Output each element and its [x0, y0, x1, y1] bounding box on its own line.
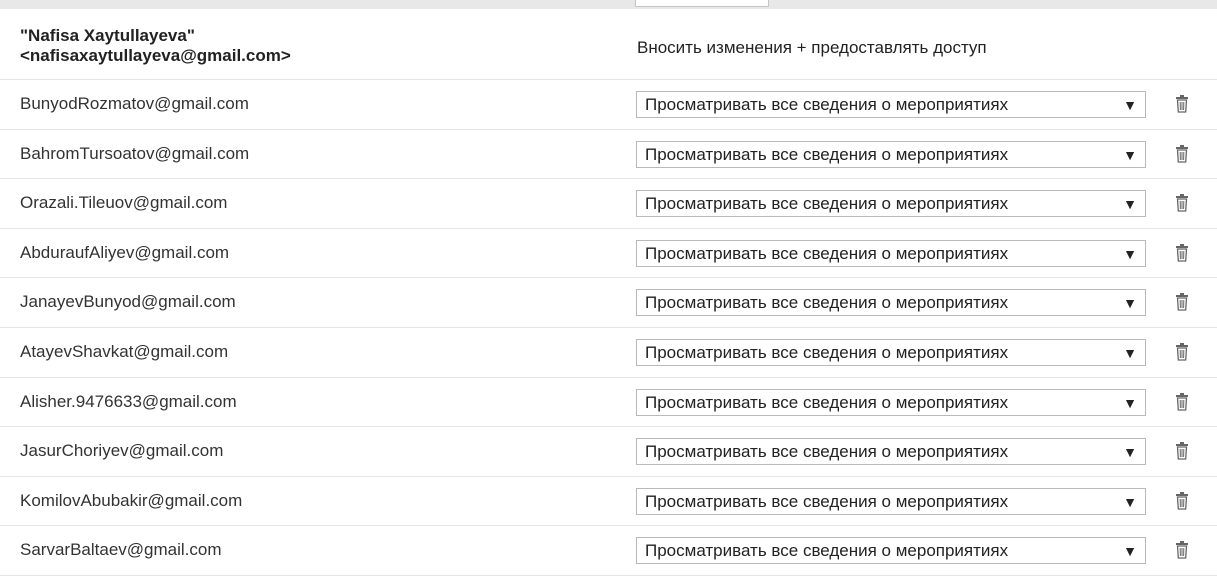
chevron-down-icon: ▼ — [1123, 294, 1137, 312]
shared-user-row: JasurChoriyev@gmail.com Просматривать вс… — [0, 427, 1217, 477]
permission-value: Просматривать все сведения о мероприятия… — [645, 442, 1113, 462]
chevron-down-icon: ▼ — [1123, 542, 1137, 560]
trash-icon[interactable] — [1175, 393, 1189, 411]
trash-icon[interactable] — [1175, 492, 1189, 510]
user-email: AbduraufAliyev@gmail.com — [20, 243, 229, 263]
chevron-down-icon: ▼ — [1123, 245, 1137, 263]
permission-value: Просматривать все сведения о мероприятия… — [645, 393, 1113, 413]
chevron-down-icon: ▼ — [1123, 195, 1137, 213]
trash-icon[interactable] — [1175, 343, 1189, 361]
user-email: Alisher.9476633@gmail.com — [20, 392, 237, 412]
previous-control-edge — [635, 0, 769, 7]
owner-email: <nafisaxaytullayeva@gmail.com> — [20, 46, 291, 66]
permission-value: Просматривать все сведения о мероприятия… — [645, 343, 1113, 363]
trash-icon[interactable] — [1175, 442, 1189, 460]
trash-icon[interactable] — [1175, 293, 1189, 311]
chevron-down-icon: ▼ — [1123, 344, 1137, 362]
user-email: BahromTursoatov@gmail.com — [20, 144, 249, 164]
permission-value: Просматривать все сведения о мероприятия… — [645, 244, 1113, 264]
user-email: Orazali.Tileuov@gmail.com — [20, 193, 227, 213]
shared-user-row: AtayevShavkat@gmail.com Просматривать вс… — [0, 328, 1217, 378]
owner-name: "Nafisa Xaytullayeva" <nafisaxaytullayev… — [20, 26, 291, 66]
chevron-down-icon: ▼ — [1123, 394, 1137, 412]
shared-user-row: KomilovAbubakir@gmail.com Просматривать … — [0, 477, 1217, 527]
permission-select[interactable]: Просматривать все сведения о мероприятия… — [636, 141, 1146, 168]
chevron-down-icon: ▼ — [1123, 146, 1137, 164]
trash-icon[interactable] — [1175, 145, 1189, 163]
user-email: KomilovAbubakir@gmail.com — [20, 491, 242, 511]
permission-value: Просматривать все сведения о мероприятия… — [645, 541, 1113, 561]
chevron-down-icon: ▼ — [1123, 493, 1137, 511]
user-email: SarvarBaltaev@gmail.com — [20, 540, 222, 560]
chevron-down-icon: ▼ — [1123, 96, 1137, 114]
user-email: JanayevBunyod@gmail.com — [20, 292, 236, 312]
top-scroll-area — [0, 0, 1217, 9]
shared-user-row: SarvarBaltaev@gmail.com Просматривать вс… — [0, 526, 1217, 576]
chevron-down-icon: ▼ — [1123, 443, 1137, 461]
sharing-table: "Nafisa Xaytullayeva" <nafisaxaytullayev… — [0, 24, 1217, 576]
trash-icon[interactable] — [1175, 194, 1189, 212]
permission-select[interactable]: Просматривать все сведения о мероприятия… — [636, 488, 1146, 515]
shared-user-row: Orazali.Tileuov@gmail.com Просматривать … — [0, 179, 1217, 229]
owner-row: "Nafisa Xaytullayeva" <nafisaxaytullayev… — [0, 24, 1217, 80]
user-email: JasurChoriyev@gmail.com — [20, 441, 223, 461]
permission-value: Просматривать все сведения о мероприятия… — [645, 145, 1113, 165]
trash-icon[interactable] — [1175, 244, 1189, 262]
user-email: AtayevShavkat@gmail.com — [20, 342, 228, 362]
shared-user-row: AbduraufAliyev@gmail.com Просматривать в… — [0, 229, 1217, 279]
permission-select[interactable]: Просматривать все сведения о мероприятия… — [636, 537, 1146, 564]
shared-users-list: BunyodRozmatov@gmail.com Просматривать в… — [0, 80, 1217, 576]
shared-user-row: BahromTursoatov@gmail.com Просматривать … — [0, 130, 1217, 180]
permission-value: Просматривать все сведения о мероприятия… — [645, 492, 1113, 512]
permission-select[interactable]: Просматривать все сведения о мероприятия… — [636, 91, 1146, 118]
permission-select[interactable]: Просматривать все сведения о мероприятия… — [636, 190, 1146, 217]
shared-user-row: Alisher.9476633@gmail.com Просматривать … — [0, 378, 1217, 428]
permission-select[interactable]: Просматривать все сведения о мероприятия… — [636, 389, 1146, 416]
permission-value: Просматривать все сведения о мероприятия… — [645, 293, 1113, 313]
trash-icon[interactable] — [1175, 95, 1189, 113]
permission-select[interactable]: Просматривать все сведения о мероприятия… — [636, 289, 1146, 316]
permission-value: Просматривать все сведения о мероприятия… — [645, 194, 1113, 214]
user-email: BunyodRozmatov@gmail.com — [20, 94, 249, 114]
shared-user-row: BunyodRozmatov@gmail.com Просматривать в… — [0, 80, 1217, 130]
trash-icon[interactable] — [1175, 541, 1189, 559]
permission-select[interactable]: Просматривать все сведения о мероприятия… — [636, 240, 1146, 267]
shared-user-row: JanayevBunyod@gmail.com Просматривать вс… — [0, 278, 1217, 328]
permission-select[interactable]: Просматривать все сведения о мероприятия… — [636, 438, 1146, 465]
permission-select[interactable]: Просматривать все сведения о мероприятия… — [636, 339, 1146, 366]
permission-value: Просматривать все сведения о мероприятия… — [645, 95, 1113, 115]
owner-permission: Вносить изменения + предоставлять доступ — [637, 38, 987, 58]
owner-display-name: "Nafisa Xaytullayeva" — [20, 26, 291, 46]
